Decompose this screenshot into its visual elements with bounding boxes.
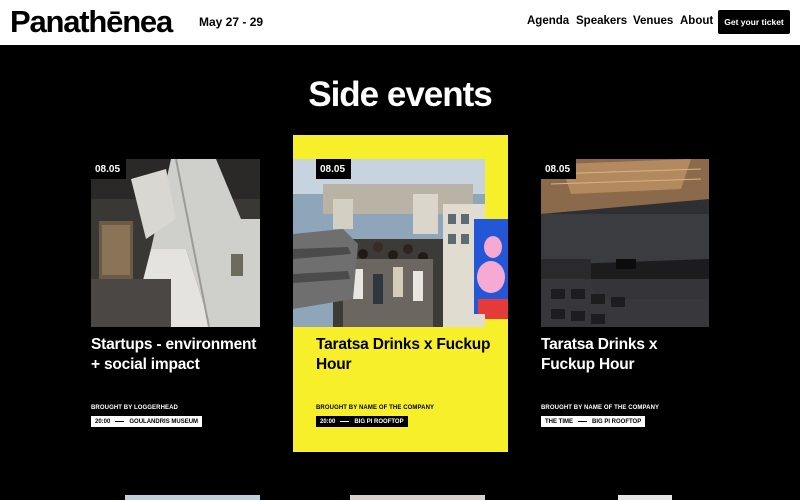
section-title: Side events: [308, 75, 493, 114]
next-row-image[interactable]: [125, 495, 260, 500]
event-image-museum-staircase[interactable]: [91, 159, 260, 327]
event-image-rooftop-party[interactable]: [293, 159, 508, 327]
event-title[interactable]: Taratsa Drinks x Fuckup Hour: [316, 335, 496, 375]
event-dates: May 27 - 29: [199, 15, 264, 29]
event-time-venue-tag: 20:00 BIG PI ROOFTOP: [316, 416, 408, 427]
nav-speakers[interactable]: Speakers: [576, 15, 627, 27]
event-venue: BIG PI ROOFTOP: [592, 418, 642, 425]
next-row-image[interactable]: [618, 495, 672, 500]
nav-venues[interactable]: Venues: [633, 15, 673, 27]
event-time-venue-tag: THE TIME BIG PI ROOFTOP: [541, 416, 646, 427]
event-image-concert-hall[interactable]: [541, 159, 709, 327]
date-badge: 08.05: [91, 159, 127, 179]
event-time: 20:00: [320, 418, 336, 425]
date-badge: 08.05: [316, 159, 352, 179]
event-sponsor: BROUGHT BY LOGGERHEAD: [91, 405, 178, 411]
event-title[interactable]: Taratsa Drinks x Fuckup Hour: [541, 335, 711, 375]
site-logo[interactable]: Panathēnea: [10, 3, 173, 41]
event-sponsor: BROUGHT BY NAME OF THE COMPANY: [541, 405, 660, 411]
dash-divider: [340, 421, 350, 422]
event-card-featured[interactable]: 08.05 Taratsa Drinks x Fuckup Hour BROUG…: [293, 135, 508, 452]
date-badge: 08.05: [541, 159, 577, 179]
site-header: Panathēnea May 27 - 29 Agenda Speakers V…: [0, 0, 800, 45]
event-time: THE TIME: [545, 418, 573, 425]
event-sponsor: BROUGHT BY NAME OF THE COMPANY: [316, 405, 435, 411]
event-time-venue-tag: 20:00 GOULANDRIS MUSEUM: [91, 416, 203, 427]
event-venue: BIG PI ROOFTOP: [354, 418, 404, 425]
event-title[interactable]: Startups - environment + social impact: [91, 335, 261, 375]
nav-agenda[interactable]: Agenda: [527, 15, 569, 27]
event-venue: GOULANDRIS MUSEUM: [129, 418, 199, 425]
dash-divider: [115, 421, 125, 422]
event-time: 20:00: [95, 418, 111, 425]
get-ticket-button[interactable]: Get your ticket: [718, 10, 790, 34]
next-row-image[interactable]: [350, 495, 485, 500]
dash-divider: [578, 421, 587, 422]
nav-about[interactable]: About: [680, 15, 713, 27]
